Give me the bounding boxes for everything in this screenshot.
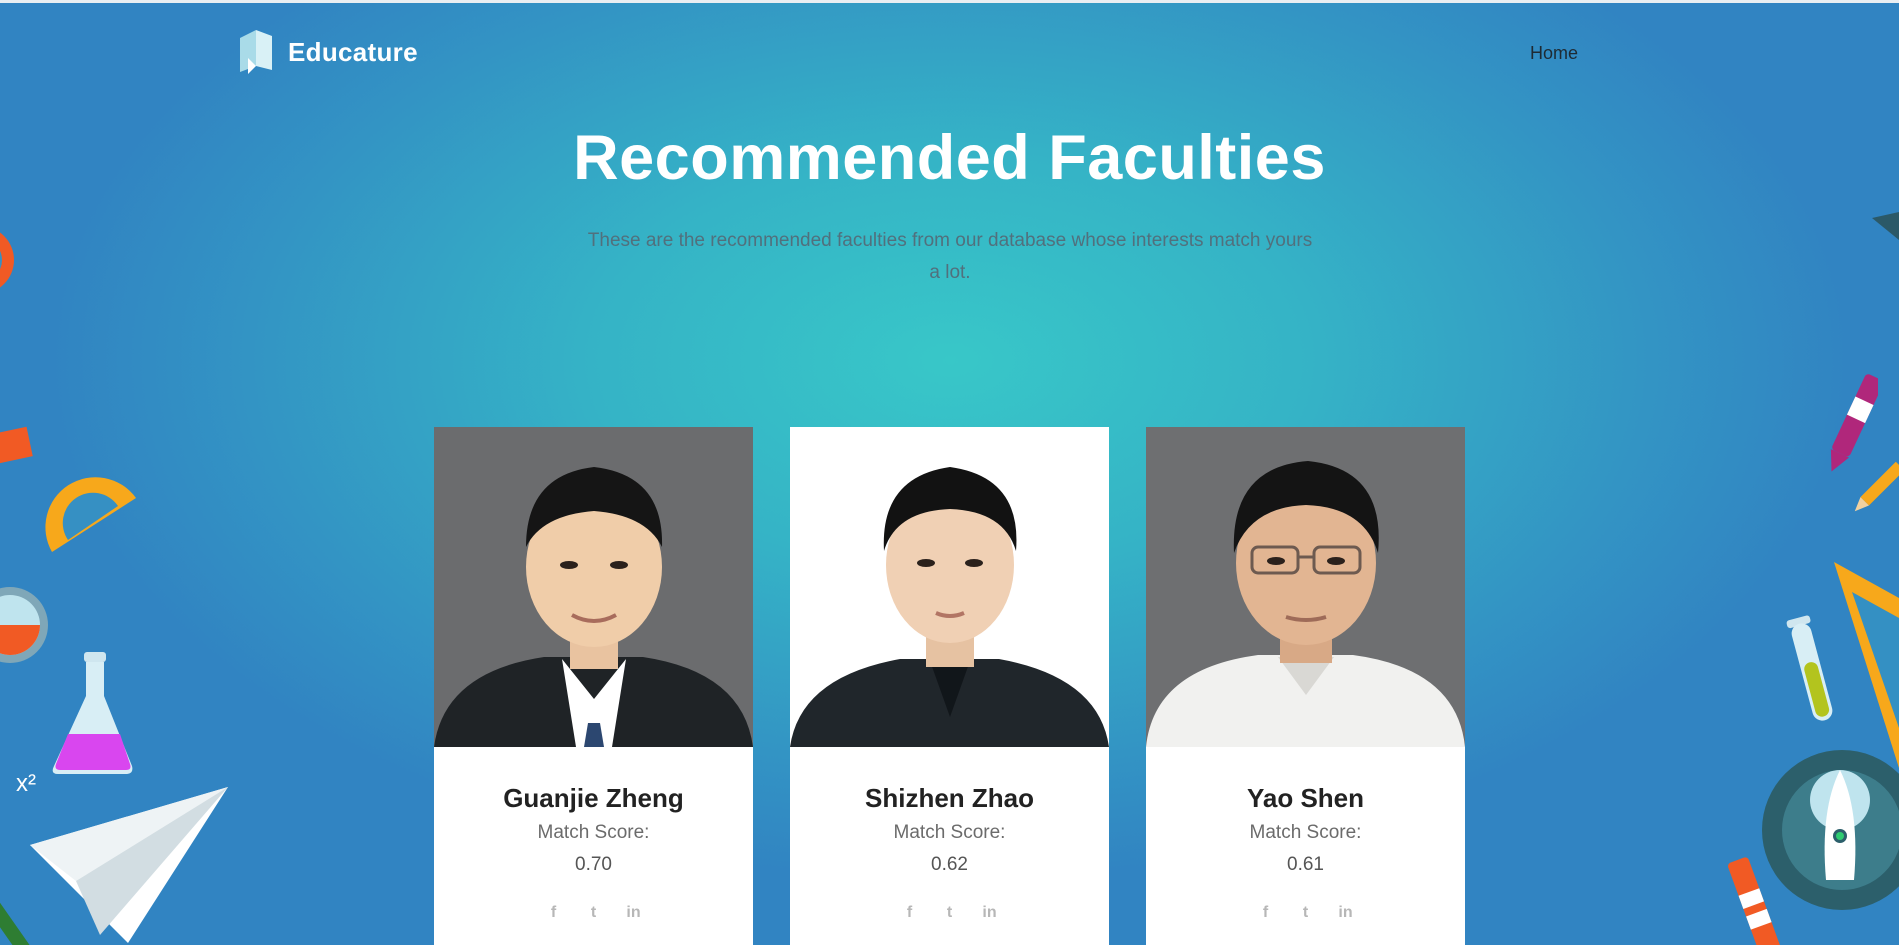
linkedin-icon[interactable]: in bbox=[1337, 904, 1355, 922]
match-score-value: 0.61 bbox=[1287, 854, 1324, 875]
faculty-card[interactable]: Yao Shen Match Score: 0.61 f t in bbox=[1146, 427, 1465, 945]
twitter-icon[interactable]: t bbox=[941, 904, 959, 922]
faculty-photo bbox=[1146, 427, 1465, 747]
pencil-decoration-icon bbox=[0, 895, 44, 945]
faculty-name: Yao Shen bbox=[1246, 783, 1365, 813]
crayon-decoration-icon bbox=[1720, 852, 1781, 945]
match-score-value: 0.70 bbox=[575, 854, 612, 875]
eraser-decoration-icon bbox=[0, 422, 36, 472]
social-links: f t in bbox=[1146, 904, 1465, 922]
faculty-card[interactable]: Guanjie Zheng Match Score: 0.70 f t in bbox=[434, 427, 753, 945]
social-links: f t in bbox=[790, 904, 1109, 922]
faculty-name: Shizhen Zhao bbox=[865, 783, 1034, 813]
facebook-icon[interactable]: f bbox=[1257, 904, 1275, 922]
triangle-decoration-icon bbox=[1872, 212, 1899, 247]
book-logo-icon bbox=[236, 28, 276, 76]
window-top-border bbox=[0, 0, 1899, 3]
faculty-card[interactable]: Shizhen Zhao Match Score: 0.62 f t in bbox=[790, 427, 1109, 945]
faculty-photo bbox=[434, 427, 753, 747]
facebook-icon[interactable]: f bbox=[901, 904, 919, 922]
faculty-photo bbox=[790, 427, 1109, 747]
brand-logo[interactable]: Educature bbox=[236, 28, 418, 76]
faculty-card-list: Guanjie Zheng Match Score: 0.70 f t in S… bbox=[434, 427, 1465, 945]
page-title: Recommended Faculties bbox=[573, 123, 1326, 193]
brand-name: Educature bbox=[288, 36, 418, 67]
rocket-decoration-icon bbox=[1762, 740, 1899, 925]
social-links: f t in bbox=[434, 904, 753, 922]
facebook-icon[interactable]: f bbox=[545, 904, 563, 922]
match-score-value: 0.62 bbox=[931, 854, 968, 875]
nav-home-link[interactable]: Home bbox=[1530, 43, 1578, 64]
pencil-decoration-icon bbox=[1852, 460, 1899, 525]
match-score-label: Match Score: bbox=[537, 822, 650, 843]
paper-plane-decoration-icon bbox=[28, 785, 233, 945]
protractor-decoration-icon bbox=[44, 470, 144, 565]
twitter-icon[interactable]: t bbox=[585, 904, 603, 922]
page-subtitle: These are the recommended faculties from… bbox=[587, 230, 1313, 283]
magnifier-decoration-icon bbox=[0, 205, 22, 320]
test-tube-decoration-icon bbox=[1782, 612, 1842, 737]
linkedin-icon[interactable]: in bbox=[981, 904, 999, 922]
flask-decoration-icon bbox=[46, 648, 136, 783]
match-score-label: Match Score: bbox=[1249, 822, 1362, 843]
faculty-name: Guanjie Zheng bbox=[503, 783, 684, 813]
linkedin-icon[interactable]: in bbox=[625, 904, 643, 922]
match-score-label: Match Score: bbox=[893, 822, 1006, 843]
twitter-icon[interactable]: t bbox=[1297, 904, 1315, 922]
